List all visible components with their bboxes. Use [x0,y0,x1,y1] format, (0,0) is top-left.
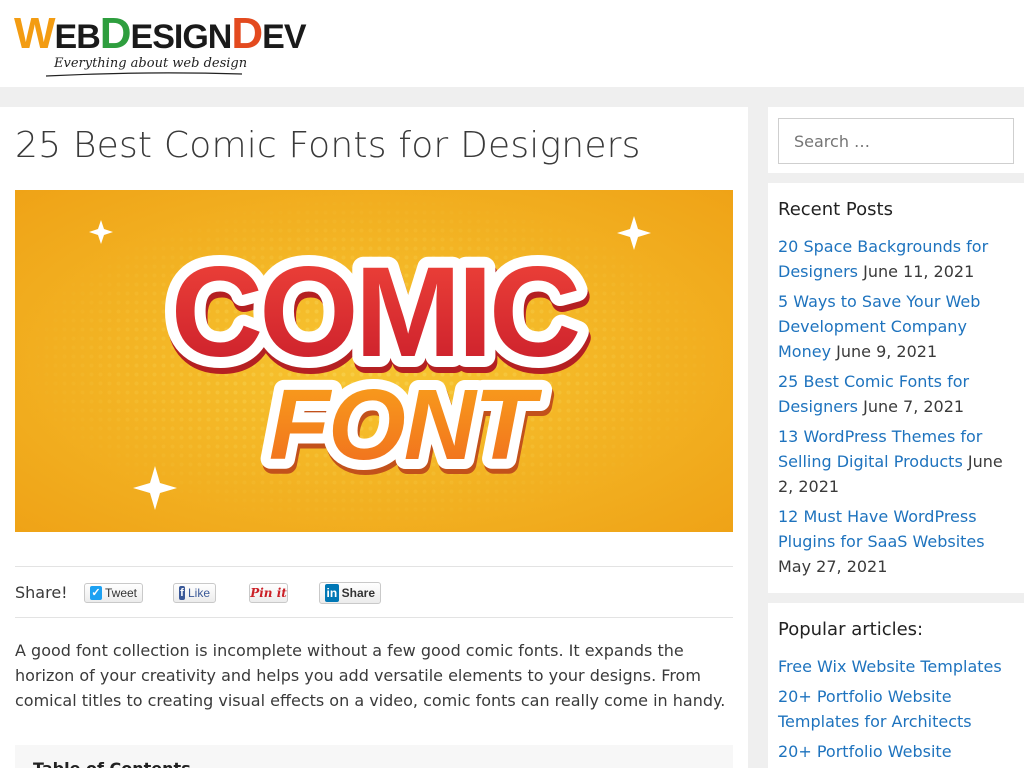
list-item: 12 Must Have WordPress Plugins for SaaS … [778,504,1018,579]
popular-articles-list: Free Wix Website Templates 20+ Portfolio… [778,654,1018,768]
featured-image: COMIC COMIC COMIC FONT FONT FONT [15,190,733,532]
recent-post-link[interactable]: 12 Must Have WordPress Plugins for SaaS … [778,507,985,551]
list-item: 20 Space Backgrounds for Designers June … [778,234,1018,284]
pin-button-label: Pin it [250,586,287,600]
article-panel: 25 Best Comic Fonts for Designers COMIC … [0,107,748,768]
logo-wordmark: WEBDESIGNDEV [14,12,314,59]
logo-letter-group: EB [54,18,101,56]
share-bar: Share! ✓ Tweet f Like Pin it in Share [15,566,733,618]
article-title: 25 Best Comic Fonts for Designers [15,125,641,166]
list-item: 25 Best Comic Fonts for Designers June 7… [778,369,1018,419]
recent-posts-list: 20 Space Backgrounds for Designers June … [778,234,1018,584]
site-header: WEBDESIGNDEV Everything about web design [0,0,1024,87]
tweet-button-label: Tweet [104,586,137,600]
logo-letter-group: EV [262,18,306,56]
post-date: June 11, 2021 [863,262,975,281]
site-logo[interactable]: WEBDESIGNDEV Everything about web design [14,12,314,77]
svg-text:FONT: FONT [269,369,543,481]
post-date: June 9, 2021 [836,342,938,361]
popular-article-link[interactable]: 20+ Portfolio Website Templates for Arch… [778,687,972,731]
linkedin-share-button[interactable]: in Share [319,582,381,604]
popular-articles-widget: Popular articles: Free Wix Website Templ… [768,603,1024,768]
popular-articles-title: Popular articles: [778,619,924,640]
twitter-bird-icon: ✓ [90,586,102,600]
list-item: 20+ Portfolio Website Templates for Arch… [778,684,1018,734]
list-item: Free Wix Website Templates [778,654,1018,679]
search-widget [768,107,1024,173]
logo-letter-group: D [99,9,132,58]
toc-title: Table of Contents [33,759,191,768]
popular-article-link[interactable]: Free Wix Website Templates [778,657,1002,676]
logo-letter-group: D [231,9,263,58]
recent-posts-widget: Recent Posts 20 Space Backgrounds for De… [768,183,1024,593]
recent-posts-title: Recent Posts [778,199,893,220]
svg-text:COMIC: COMIC [171,241,578,384]
list-item: 13 WordPress Themes for Selling Digital … [778,424,1018,499]
list-item: 5 Ways to Save Your Web Development Comp… [778,289,1018,364]
post-date: June 7, 2021 [863,397,965,416]
logo-letter-group: W [14,9,56,58]
intro-paragraph: A good font collection is incomplete wit… [15,641,726,710]
list-item: 20+ Portfolio Website [778,739,1018,764]
tweet-button[interactable]: ✓ Tweet [84,583,143,603]
like-button-label: Like [187,586,210,600]
facebook-icon: f [179,586,185,600]
logo-swash [45,72,243,77]
linkedin-icon: in [325,584,339,602]
logo-letter-group: ESIGN [130,18,233,56]
search-input[interactable] [778,118,1014,164]
logo-tagline: Everything about web design [54,56,248,71]
post-date: May 27, 2021 [778,557,888,576]
popular-article-link[interactable]: 20+ Portfolio Website [778,742,952,761]
facebook-like-button[interactable]: f Like [173,583,216,603]
table-of-contents: Table of Contents [15,745,733,768]
pinterest-button[interactable]: Pin it [249,583,288,603]
linkedin-button-label: Share [341,586,375,600]
recent-post-link[interactable]: 13 WordPress Themes for Selling Digital … [778,427,982,471]
share-label: Share! [15,583,68,602]
